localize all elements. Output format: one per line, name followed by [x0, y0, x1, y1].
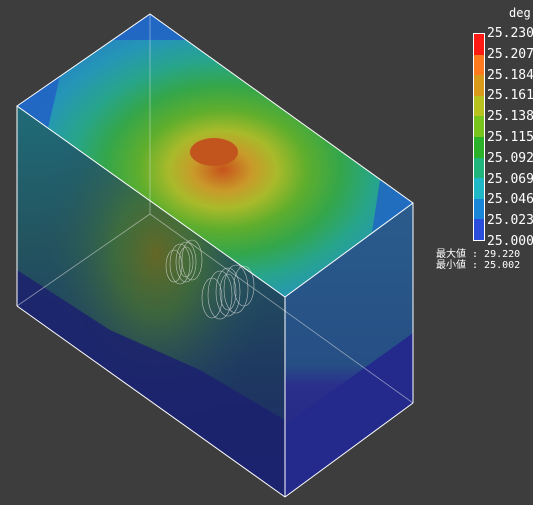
top-corner-back	[112, 14, 186, 40]
legend-swatch	[474, 136, 484, 158]
color-legend-bar	[473, 33, 485, 241]
min-value-label: 最小値 : 25.002	[436, 260, 521, 271]
legend-swatch	[474, 34, 484, 55]
legend-tick-label: 25.161	[487, 88, 533, 104]
legend-tick-label: 25.046	[487, 192, 533, 208]
legend-swatch	[474, 75, 484, 96]
legend-swatch	[474, 219, 484, 240]
min-max-readout: 最大値 : 29.220 最小値 : 25.002	[436, 249, 520, 271]
legend-tick-label: 25.092	[487, 150, 533, 166]
legend-swatch	[474, 157, 484, 179]
legend-swatch	[474, 116, 484, 137]
legend-unit-label: deg	[509, 6, 531, 20]
legend-tick-label: 25.000	[487, 234, 533, 249]
legend-swatch	[474, 54, 484, 76]
legend-tick-label: 25.138	[487, 109, 533, 125]
legend-tick-label: 25.069	[487, 171, 533, 187]
legend-tick-label: 25.115	[487, 130, 533, 145]
legend-tick-label: 25.230	[487, 26, 533, 41]
legend-tick-label: 25.023	[487, 213, 533, 229]
legend-swatch	[474, 178, 484, 199]
legend-tick-label: 25.207	[487, 46, 533, 62]
max-value-label: 最大値 : 29.220	[436, 249, 521, 260]
legend-tick-label: 25.184	[487, 67, 533, 83]
hot-spot	[190, 138, 238, 166]
legend-swatch	[474, 198, 484, 220]
legend-swatch	[474, 95, 484, 117]
